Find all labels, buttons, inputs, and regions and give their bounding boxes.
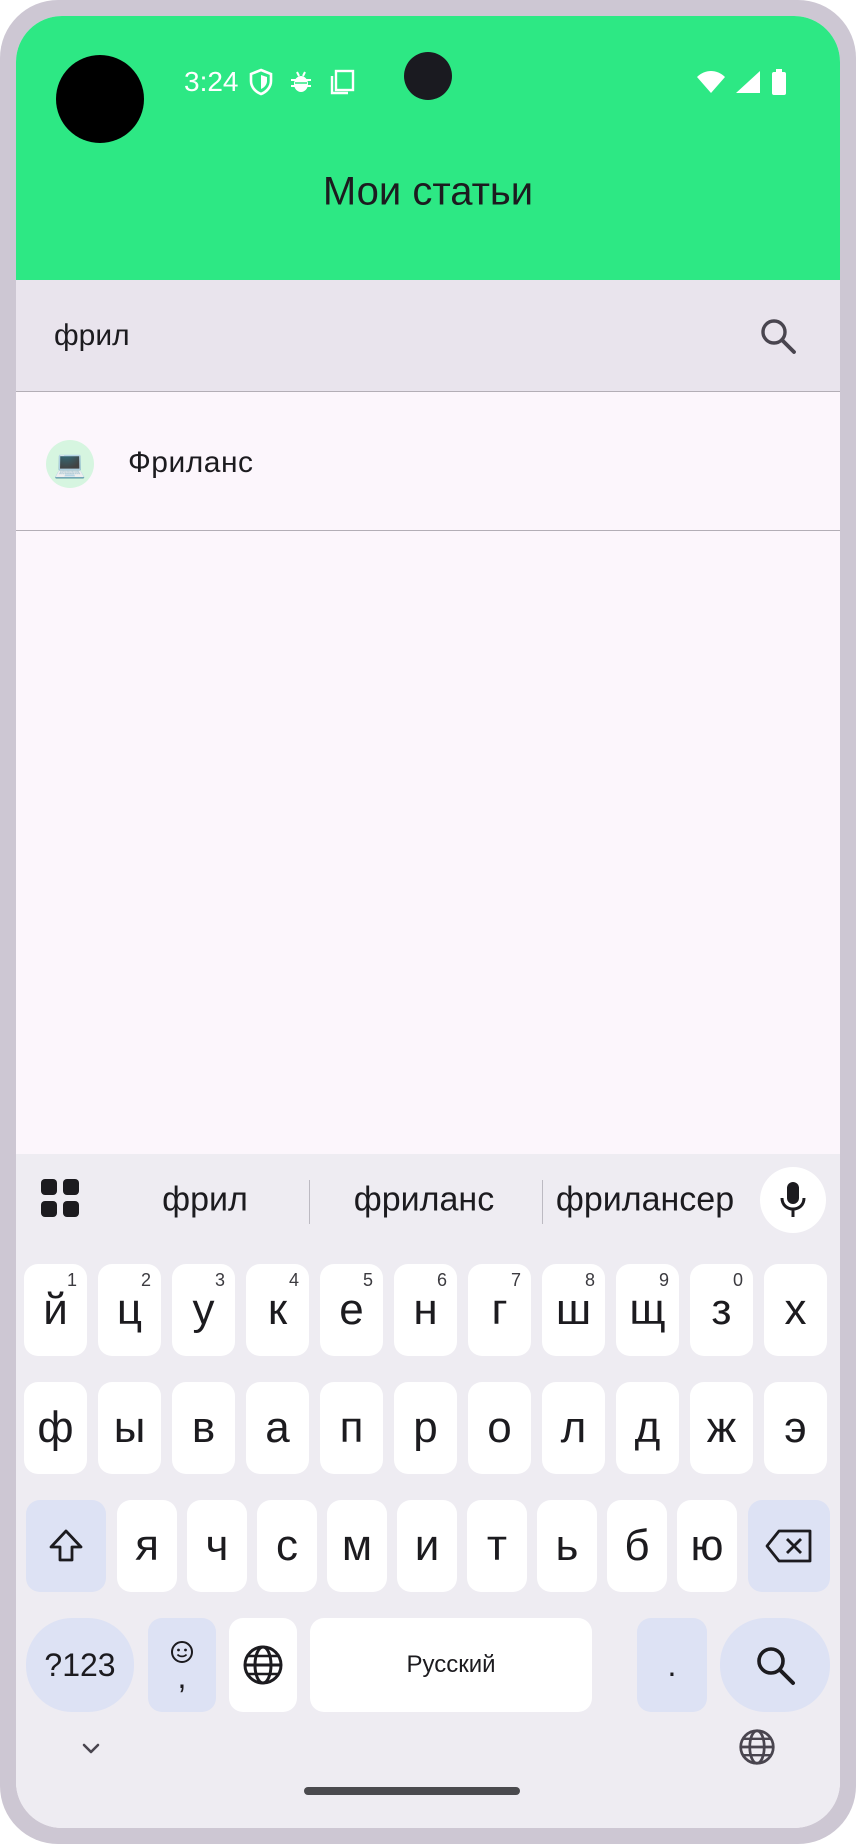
key-т[interactable]: т bbox=[467, 1500, 527, 1592]
key-с[interactable]: с bbox=[257, 1500, 317, 1592]
chevron-down-icon bbox=[82, 1743, 100, 1754]
battery-icon bbox=[772, 69, 786, 95]
key-й[interactable]: й1 bbox=[24, 1264, 87, 1356]
status-icons-right bbox=[696, 68, 788, 96]
emoji-comma-key[interactable]: , bbox=[148, 1618, 216, 1712]
globe-icon bbox=[243, 1645, 283, 1685]
key-ц[interactable]: ц2 bbox=[98, 1264, 161, 1356]
search-action-key[interactable] bbox=[720, 1618, 830, 1712]
key-в[interactable]: в bbox=[172, 1382, 235, 1474]
suggestion-3[interactable]: фрилансер bbox=[556, 1181, 734, 1220]
switch-input-button[interactable] bbox=[738, 1728, 776, 1766]
key-ф[interactable]: ф bbox=[24, 1382, 87, 1474]
key-ю[interactable]: ю bbox=[677, 1500, 737, 1592]
space-key[interactable]: Русский bbox=[310, 1618, 592, 1712]
key-л[interactable]: л bbox=[542, 1382, 605, 1474]
search-button[interactable] bbox=[756, 314, 800, 358]
key-о[interactable]: о bbox=[468, 1382, 531, 1474]
laptop-icon: 💻 bbox=[46, 440, 94, 488]
key-ш[interactable]: ш8 bbox=[542, 1264, 605, 1356]
list-item[interactable]: 💻 Фриланс bbox=[16, 393, 840, 531]
shift-icon bbox=[49, 1529, 83, 1562]
backspace-icon bbox=[765, 1529, 812, 1563]
camera-cutout-left bbox=[56, 55, 144, 143]
shield-icon bbox=[249, 68, 273, 96]
search-icon bbox=[761, 319, 796, 354]
symbols-key[interactable]: ?123 bbox=[26, 1618, 134, 1712]
key-н[interactable]: н6 bbox=[394, 1264, 457, 1356]
comma-label: , bbox=[177, 1659, 187, 1695]
key-а[interactable]: а bbox=[246, 1382, 309, 1474]
key-б[interactable]: б bbox=[607, 1500, 667, 1592]
key-ж[interactable]: ж bbox=[690, 1382, 753, 1474]
key-щ[interactable]: щ9 bbox=[616, 1264, 679, 1356]
suggestion-divider bbox=[542, 1180, 543, 1224]
backspace-key[interactable] bbox=[748, 1500, 830, 1592]
device-frame: 3:24 Мои статьи фрил 💻 Фриланс фрил фрил… bbox=[0, 0, 856, 1844]
page-title: Мои статьи bbox=[322, 169, 534, 214]
key-к[interactable]: к4 bbox=[246, 1264, 309, 1356]
wifi-icon bbox=[697, 71, 725, 93]
search-input[interactable] bbox=[54, 280, 704, 392]
app-bar: 3:24 Мои статьи bbox=[16, 16, 840, 280]
apps-grid-button[interactable] bbox=[40, 1178, 80, 1218]
microphone-icon bbox=[780, 1182, 806, 1217]
keyboard: фрил фриланс фрилансер й1 ц2 у3 к4 е5 н … bbox=[16, 1154, 840, 1828]
screen: 3:24 Мои статьи фрил 💻 Фриланс фрил фрил… bbox=[16, 16, 840, 1828]
shift-key[interactable] bbox=[26, 1500, 106, 1592]
key-у[interactable]: у3 bbox=[172, 1264, 235, 1356]
camera-cutout-center bbox=[404, 52, 452, 100]
clipboard-icon bbox=[330, 69, 355, 95]
search-icon bbox=[757, 1647, 795, 1685]
key-я[interactable]: я bbox=[117, 1500, 177, 1592]
globe-icon bbox=[739, 1729, 775, 1765]
key-п[interactable]: п bbox=[320, 1382, 383, 1474]
key-ч[interactable]: ч bbox=[187, 1500, 247, 1592]
laptop-emoji: 💻 bbox=[53, 448, 87, 479]
gesture-nav-handle[interactable] bbox=[304, 1787, 520, 1795]
suggestion-divider bbox=[309, 1180, 310, 1224]
key-е[interactable]: е5 bbox=[320, 1264, 383, 1356]
key-ы[interactable]: ы bbox=[98, 1382, 161, 1474]
key-м[interactable]: м bbox=[327, 1500, 387, 1592]
suggestion-strip: фрил фриланс фрилансер bbox=[16, 1154, 840, 1246]
suggestion-2[interactable]: фриланс bbox=[354, 1181, 494, 1220]
key-з[interactable]: з0 bbox=[690, 1264, 753, 1356]
voice-input-button[interactable] bbox=[760, 1167, 826, 1233]
apps-grid-icon bbox=[41, 1179, 79, 1217]
key-ь[interactable]: ь bbox=[537, 1500, 597, 1592]
list-item-label: Фриланс bbox=[128, 446, 254, 479]
suggestion-1[interactable]: фрил bbox=[162, 1181, 248, 1220]
key-д[interactable]: д bbox=[616, 1382, 679, 1474]
key-р[interactable]: р bbox=[394, 1382, 457, 1474]
status-icons-left bbox=[248, 68, 356, 96]
key-э[interactable]: э bbox=[764, 1382, 827, 1474]
signal-icon bbox=[736, 71, 760, 93]
status-time: 3:24 bbox=[184, 66, 239, 97]
language-key[interactable] bbox=[229, 1618, 297, 1712]
search-bar bbox=[16, 280, 840, 392]
period-key[interactable]: . bbox=[637, 1618, 707, 1712]
key-х[interactable]: х bbox=[764, 1264, 827, 1356]
key-г[interactable]: г7 bbox=[468, 1264, 531, 1356]
hide-keyboard-button[interactable] bbox=[76, 1734, 106, 1764]
bug-icon bbox=[291, 71, 311, 92]
key-и[interactable]: и bbox=[397, 1500, 457, 1592]
